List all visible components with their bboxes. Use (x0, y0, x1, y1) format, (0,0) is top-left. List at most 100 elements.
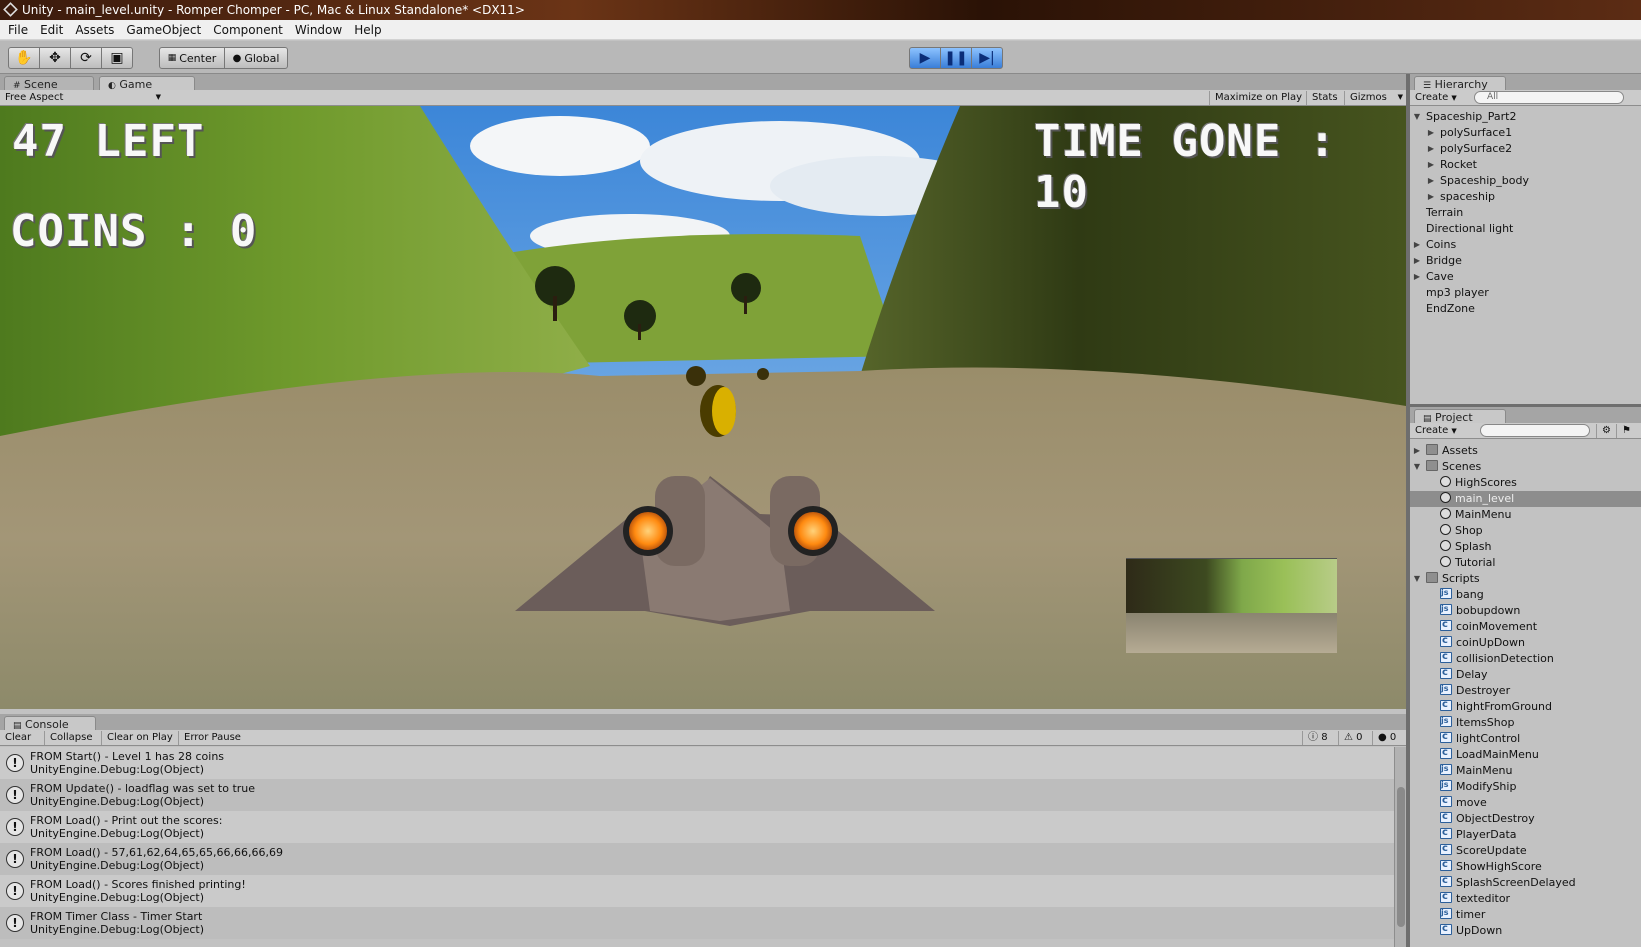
project-item[interactable]: ▶ Assets (1410, 443, 1641, 459)
hierarchy-search-input[interactable]: All (1474, 91, 1624, 104)
project-item[interactable]: MainMenu (1410, 507, 1641, 523)
project-item-label: texteditor (1456, 892, 1511, 905)
coins-collected-hud: COINS : 0 (10, 206, 258, 257)
transform-tools: ✋ ✥ ⟳ ▣ (8, 47, 133, 69)
project-search-input[interactable] (1480, 424, 1590, 437)
hierarchy-item[interactable]: ▼ Spaceship_Part2 (1410, 109, 1641, 125)
console-log-entry[interactable]: ! FROM Load() - 57,61,62,64,65,65,66,66,6… (0, 843, 1394, 875)
javascript-script-icon (1440, 713, 1452, 729)
menu-edit[interactable]: Edit (34, 20, 69, 39)
console-log-toggle[interactable]: ⓘ 8 (1302, 731, 1333, 745)
hierarchy-item-label: Rocket (1440, 158, 1477, 171)
filter-label-icon[interactable]: ⚑ (1616, 424, 1636, 438)
javascript-script-icon (1440, 905, 1452, 921)
menu-file[interactable]: File (2, 20, 34, 39)
console-collapse-button[interactable]: Collapse (44, 731, 98, 745)
move-tool-icon[interactable]: ✥ (39, 47, 71, 69)
scale-tool-icon[interactable]: ▣ (101, 47, 133, 69)
hierarchy-item[interactable]: ▶ spaceship (1410, 189, 1641, 205)
hierarchy-item[interactable]: Directional light (1410, 221, 1641, 237)
project-item-label: MainMenu (1456, 764, 1513, 777)
hierarchy-item[interactable]: ▶ Spaceship_body (1410, 173, 1641, 189)
menu-assets[interactable]: Assets (69, 20, 120, 39)
pause-icon[interactable]: ❚❚ (940, 47, 972, 69)
collapsed-arrow-icon[interactable]: ▶ (1426, 189, 1436, 205)
space-global-button[interactable]: ● Global (224, 47, 288, 69)
log-message: FROM Load() - Print out the scores: (30, 814, 223, 827)
project-create-dropdown[interactable]: Create ▼ (1410, 424, 1462, 438)
hierarchy-item[interactable]: EndZone (1410, 301, 1641, 317)
step-icon[interactable]: ▶| (971, 47, 1003, 69)
hierarchy-item[interactable]: ▶ polySurface1 (1410, 125, 1641, 141)
hierarchy-item[interactable]: ▶ Rocket (1410, 157, 1641, 173)
csharp-script-icon (1440, 729, 1452, 745)
play-icon[interactable]: ▶ (909, 47, 941, 69)
collapsed-arrow-icon[interactable]: ▶ (1412, 269, 1422, 285)
console-log-entry[interactable]: ! FROM Load() - Scores finished printing!… (0, 875, 1394, 907)
expanded-arrow-icon[interactable]: ▼ (1412, 571, 1422, 587)
menu-window[interactable]: Window (289, 20, 348, 39)
console-panel: ▤ Console Clear Collapse Clear on Play E… (0, 714, 1406, 947)
hierarchy-item-label: polySurface2 (1440, 142, 1513, 155)
console-log-entry[interactable]: ! FROM Load() - Print out the scores: Unit… (0, 811, 1394, 843)
hierarchy-panel: ☰ Hierarchy Create ▼ All ▼ Spaceship_Part… (1410, 74, 1641, 404)
menu-component[interactable]: Component (207, 20, 289, 39)
collapsed-arrow-icon[interactable]: ▶ (1412, 443, 1422, 459)
console-error-pause-button[interactable]: Error Pause (178, 731, 246, 745)
hierarchy-item[interactable]: ▶ Coins (1410, 237, 1641, 253)
console-clear-button[interactable]: Clear (0, 731, 36, 745)
console-clear-on-play-button[interactable]: Clear on Play (101, 731, 178, 745)
project-item-label: move (1456, 796, 1487, 809)
project-item[interactable]: Tutorial (1410, 555, 1641, 571)
hierarchy-item[interactable]: ▶ Bridge (1410, 253, 1641, 269)
project-item[interactable]: UpDown (1410, 921, 1641, 939)
gizmos-dropdown[interactable]: Gizmos ▼ (1344, 91, 1406, 105)
project-item[interactable]: HighScores (1410, 475, 1641, 491)
hierarchy-item[interactable]: Terrain (1410, 205, 1641, 221)
rotate-tool-icon[interactable]: ⟳ (70, 47, 102, 69)
collapsed-arrow-icon[interactable]: ▶ (1412, 237, 1422, 253)
hierarchy-item-label: Directional light (1426, 222, 1514, 235)
collapsed-arrow-icon[interactable]: ▶ (1426, 125, 1436, 141)
aspect-dropdown[interactable]: Free Aspect ▼ (0, 91, 165, 105)
console-warning-toggle[interactable]: ⚠ 0 (1338, 731, 1368, 745)
hand-tool-icon[interactable]: ✋ (8, 47, 40, 69)
hierarchy-create-dropdown[interactable]: Create ▼ (1410, 91, 1462, 105)
expanded-arrow-icon[interactable]: ▼ (1412, 109, 1422, 125)
console-scrollbar[interactable] (1394, 747, 1406, 947)
project-item[interactable]: ▼ Scenes (1410, 459, 1641, 475)
console-scroll-thumb[interactable] (1397, 787, 1405, 927)
console-error-toggle[interactable]: ● 0 (1372, 731, 1401, 745)
window-titlebar: Unity - main_level.unity - Romper Chompe… (0, 0, 1641, 20)
hierarchy-item[interactable]: ▶ polySurface2 (1410, 141, 1641, 157)
hierarchy-item[interactable]: mp3 player (1410, 285, 1641, 301)
expanded-arrow-icon[interactable]: ▼ (1412, 459, 1422, 475)
project-item-label: ObjectDestroy (1456, 812, 1535, 825)
hierarchy-tree: ▼ Spaceship_Part2 ▶ polySurface1 ▶ polySurfac… (1410, 109, 1641, 317)
console-log-entry[interactable]: ! FROM Start() - Level 1 has 28 coins Unit… (0, 747, 1394, 779)
menu-gameobject[interactable]: GameObject (120, 20, 207, 39)
menu-help[interactable]: Help (348, 20, 387, 39)
collapsed-arrow-icon[interactable]: ▶ (1412, 253, 1422, 269)
collapsed-arrow-icon[interactable]: ▶ (1426, 157, 1436, 173)
menu-bar: File Edit Assets GameObject Component Wi… (0, 20, 1641, 40)
collapsed-arrow-icon[interactable]: ▶ (1426, 141, 1436, 157)
folder-icon (1426, 444, 1438, 455)
pivot-center-button[interactable]: ▦ Center (159, 47, 225, 69)
filter-type-icon[interactable]: ⚙ (1596, 424, 1616, 438)
warning-icon: ⚠ (1344, 732, 1353, 743)
log-info-icon: ! (6, 914, 24, 932)
console-log-entry[interactable]: ! FROM Timer Class - Timer Start UnityEngi… (0, 907, 1394, 939)
project-item-selected[interactable]: main_level (1410, 491, 1641, 507)
game-viewport[interactable]: 47 LEFT COINS : 0 TIME GONE : 10 (0, 106, 1406, 709)
project-item[interactable]: Splash (1410, 539, 1641, 555)
project-item[interactable]: Shop (1410, 523, 1641, 539)
pivot-toggles: ▦ Center ● Global (159, 47, 288, 69)
stats-button[interactable]: Stats (1306, 91, 1343, 105)
error-icon: ● (1378, 732, 1387, 743)
folder-icon (1426, 460, 1438, 471)
console-log-entry[interactable]: ! FROM Update() - loadflag was set to tru… (0, 779, 1394, 811)
maximize-on-play-button[interactable]: Maximize on Play (1209, 91, 1307, 105)
hierarchy-item[interactable]: ▶ Cave (1410, 269, 1641, 285)
collapsed-arrow-icon[interactable]: ▶ (1426, 173, 1436, 189)
